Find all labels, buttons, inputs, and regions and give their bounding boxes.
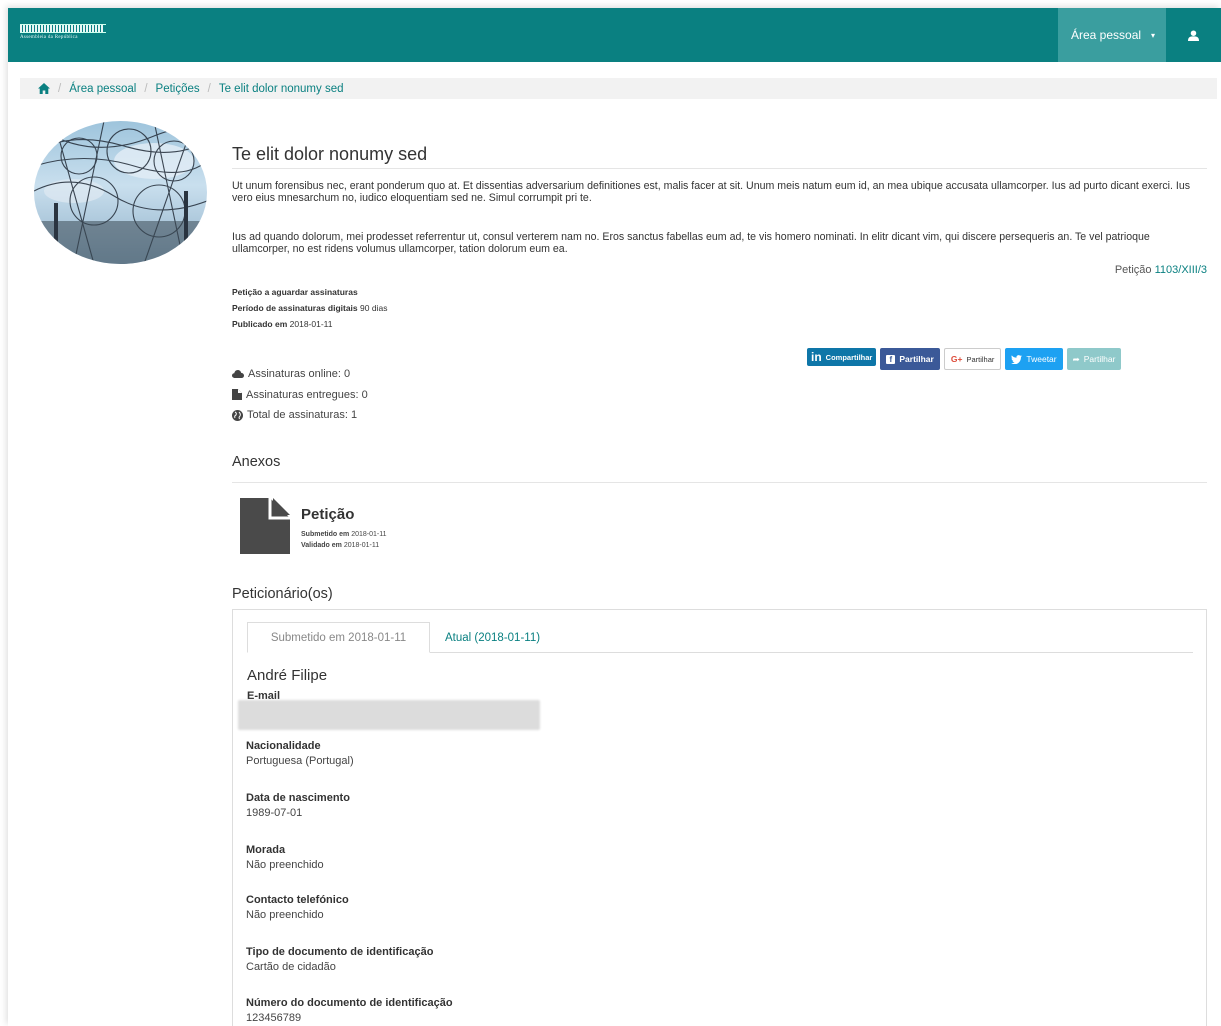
tab-submitted[interactable]: Submetido em 2018-01-11 [247,622,430,653]
divider [232,168,1207,169]
annex-document[interactable]: Petição Submetido em 2018-01-11 Validado… [240,498,460,558]
annexes-heading: Anexos [232,454,281,470]
share-buttons: in Compartilhar f Partilhar G+ Partilhar… [807,348,1122,370]
petitioner-name: André Filipe [247,667,328,684]
field-phone: Contacto telefónico Não preenchido [246,893,349,923]
user-icon [1188,29,1199,41]
annex-validated-label: Validado em [301,542,342,549]
logo-text: Assembleia da República [20,35,78,40]
divider [232,482,1207,483]
area-pessoal-dropdown[interactable]: Área pessoal ▾ [1058,8,1166,62]
page: Assembleia da República Área pessoal ▾ /… [8,8,1221,1026]
top-navbar: Assembleia da República Área pessoal ▾ [8,8,1221,62]
globe-icon [232,409,243,421]
facebook-share-label: Partilhar [899,354,934,364]
petition-meta: Petição a aguardar assinaturas Período d… [232,284,387,332]
file-icon [232,389,242,401]
period-label: Período de assinaturas digitais [232,303,358,313]
signature-counts: Assinaturas online: 0 Assinaturas entreg… [232,364,368,426]
field-nationality: Nacionalidade Portuguesa (Portugal) [246,739,354,769]
twitter-share-button[interactable]: Tweetar [1005,348,1063,370]
google-plus-share-button[interactable]: G+ Partilhar [943,348,1002,370]
annex-title: Petição [301,506,355,523]
breadcrumb-separator: / [144,82,148,95]
tab-current[interactable]: Atual (2018-01-11) [431,622,554,653]
cloud-icon [232,370,244,379]
field-phone-label: Contacto telefónico [246,894,349,906]
petition-reference: Petição 1103/XIII/3 [1115,264,1207,276]
field-address: Morada Não preenchido [246,843,324,873]
petitioners-heading: Peticionário(os) [232,586,333,602]
document-icon [240,498,290,554]
petition-status: Petição a aguardar assinaturas [232,287,358,297]
google-plus-icon: G+ [950,354,963,364]
share-arrow-icon: ➦ [1072,353,1080,364]
twitter-icon [1011,354,1023,364]
field-birthdate-value: 1989-07-01 [246,807,303,819]
field-nationality-label: Nacionalidade [246,740,321,752]
generic-share-button[interactable]: ➦ Partilhar [1066,348,1122,370]
field-id-number: Número do documento de identificação 123… [246,996,453,1026]
petition-image [34,121,207,264]
field-address-label: Morada [246,844,286,856]
field-nationality-value: Portuguesa (Portugal) [246,755,354,767]
area-pessoal-label: Área pessoal [1071,28,1142,42]
linkedin-icon: in [811,350,822,364]
facebook-icon: f [886,354,896,364]
facebook-share-button[interactable]: f Partilhar [880,348,940,370]
user-menu-button[interactable] [1166,8,1221,62]
field-id-type-value: Cartão de cidadão [246,961,336,973]
annex-validated: Validado em 2018-01-11 [301,542,379,549]
petition-paragraph-1: Ut unum forensibus nec, erant ponderum q… [232,180,1191,204]
annex-submitted-label: Submetido em [301,531,350,538]
breadcrumb-separator: / [58,82,62,95]
petition-title: Te elit dolor nonumy sed [232,144,428,164]
petitioner-tabs: Submetido em 2018-01-11 Atual (2018-01-1… [247,622,1193,653]
breadcrumb-separator: / [207,82,211,95]
breadcrumb: / Área pessoal / Petições / Te elit dolo… [20,78,1217,99]
field-id-number-label: Número do documento de identificação [246,997,453,1009]
field-birthdate-label: Data de nascimento [246,792,350,804]
field-id-type: Tipo de documento de identificação Cartã… [246,945,433,975]
annex-submitted-value: 2018-01-11 [351,531,387,538]
chevron-down-icon: ▾ [1151,30,1156,40]
breadcrumb-current[interactable]: Te elit dolor nonumy sed [219,83,344,95]
field-id-number-value: 123456789 [246,1012,302,1024]
field-id-type-label: Tipo de documento de identificação [246,946,434,958]
annex-submitted: Submetido em 2018-01-11 [301,531,386,538]
linkedin-share-button[interactable]: in Compartilhar [807,348,877,366]
breadcrumb-peticoes[interactable]: Petições [156,83,200,95]
google-plus-share-label: Partilhar [966,354,995,364]
email-value-redacted [238,700,540,730]
total-signatures: Total de assinaturas: 1 [247,409,358,421]
field-birthdate: Data de nascimento 1989-07-01 [246,791,350,821]
home-icon[interactable] [38,83,50,94]
field-phone-value: Não preenchido [246,909,324,921]
annex-validated-value: 2018-01-11 [343,542,380,549]
generic-share-label: Partilhar [1083,354,1116,364]
online-signatures: Assinaturas online: 0 [248,368,351,380]
published-label: Publicado em [232,319,288,329]
delivered-signatures: Assinaturas entregues: 0 [246,388,368,401]
assembleia-logo[interactable]: Assembleia da República [20,24,116,48]
petition-reference-link[interactable]: 1103/XIII/3 [1155,264,1207,276]
petition-reference-prefix: Petição [1114,264,1152,276]
breadcrumb-area-pessoal[interactable]: Área pessoal [69,83,136,95]
petition-paragraph-2: Ius ad quando dolorum, mei prodesset ref… [232,231,1150,255]
published-value: 2018-01-11 [289,319,333,329]
field-address-value: Não preenchido [246,859,324,871]
twitter-share-label: Tweetar [1026,354,1057,364]
linkedin-share-label: Compartilhar [825,352,873,362]
period-value: 90 dias [360,303,388,313]
